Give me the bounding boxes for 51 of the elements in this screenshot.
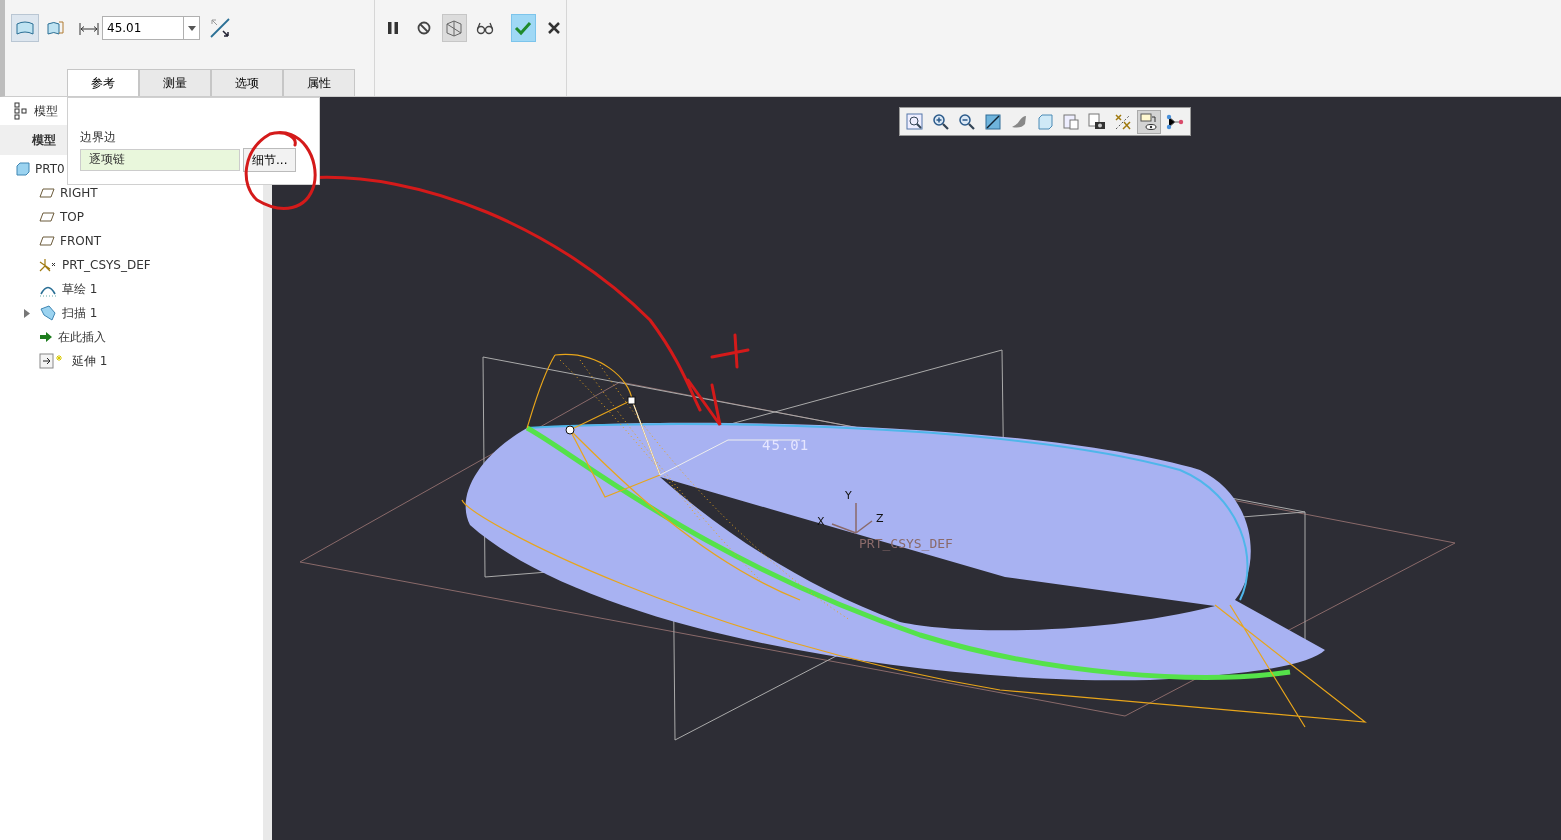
arrow-icon	[39, 331, 53, 343]
surface-type-button[interactable]	[11, 14, 39, 42]
tree-item[interactable]: FRONT	[60, 232, 101, 250]
datum-display-icon	[1113, 111, 1133, 132]
plane-icon	[39, 211, 55, 223]
details-button[interactable]: 细节...	[243, 148, 297, 172]
tree-item[interactable]: 扫描 1	[62, 304, 98, 322]
saved-views-icon	[1061, 111, 1081, 132]
tree-item[interactable]: RIGHT	[60, 184, 98, 202]
cross-annotation	[710, 333, 750, 369]
dimension-icon	[79, 20, 99, 37]
surface-icon	[46, 18, 66, 38]
tree-item[interactable]: TOP	[60, 208, 84, 226]
tree-item[interactable]: 草绘 1	[62, 280, 98, 298]
chain-field[interactable]: 逐项链	[80, 149, 240, 171]
tab[interactable]: 选项	[211, 69, 283, 96]
camera-icon	[1087, 111, 1107, 132]
cube-icon	[1035, 111, 1055, 132]
tab[interactable]: 测量	[139, 69, 211, 96]
panel-title: 模型	[34, 103, 58, 120]
view-manager-icon	[1139, 111, 1159, 132]
tree-item[interactable]: PRT0	[35, 160, 65, 178]
zoom-fit-icon	[905, 111, 925, 132]
zoom-in-icon	[931, 111, 951, 132]
zoom-out-icon	[957, 111, 977, 132]
tab[interactable]: 属性	[283, 69, 355, 96]
sweep-icon	[39, 305, 57, 321]
dropdown-caret-icon[interactable]	[187, 25, 196, 31]
coordinate-axes-drawing	[831, 502, 873, 534]
tree-item[interactable]: PRT_CSYS_DEF	[62, 256, 151, 274]
repaint-icon	[983, 111, 1003, 132]
axis-label: Y	[845, 489, 852, 502]
flip-icon	[209, 17, 231, 39]
dimension-value: 45.01	[762, 437, 810, 453]
tree-item[interactable]: 在此插入	[58, 328, 106, 346]
tree-item[interactable]: 延伸 1	[72, 352, 108, 370]
surface-icon	[15, 18, 35, 38]
tree-icon	[14, 102, 28, 120]
coordinate-system-icon	[39, 257, 57, 273]
preview-button[interactable]	[442, 14, 467, 42]
plane-icon	[39, 235, 55, 247]
ok-button[interactable]	[511, 14, 536, 42]
field-label: 边界边	[80, 129, 117, 146]
part-icon	[16, 162, 30, 176]
preview-icon	[444, 18, 465, 38]
tab[interactable]: 参考	[67, 69, 139, 96]
expand-toggle-icon[interactable]	[23, 308, 31, 318]
distance-field[interactable]: 45.01	[102, 16, 183, 40]
view-tool-button[interactable]	[1137, 109, 1161, 134]
axis-label: Z	[876, 512, 884, 525]
plane-icon	[39, 187, 55, 199]
